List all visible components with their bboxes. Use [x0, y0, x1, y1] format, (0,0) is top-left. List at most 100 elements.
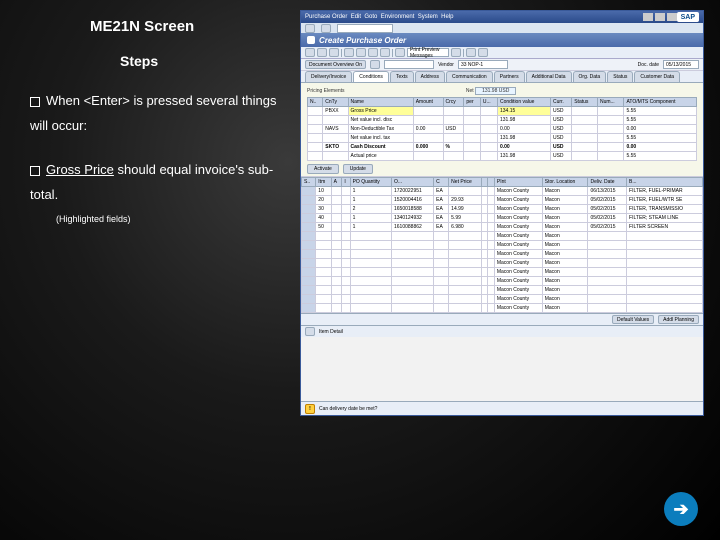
- items-table: S..ItmAIPO QuantityO...CNet PricePIntSto…: [301, 177, 703, 313]
- item-col-header: C: [434, 178, 449, 187]
- toolbar-button[interactable]: [317, 48, 327, 57]
- item-col-header: Deliv. Date: [588, 178, 627, 187]
- toolbar-button[interactable]: [395, 48, 405, 57]
- item-row[interactable]: 4011340124932EA5.99Macon CountyMacon05/0…: [302, 214, 703, 223]
- cond-col-header: Amount: [413, 98, 443, 107]
- header-tabstrip: Delivery/Invoice Conditions Texts Addres…: [301, 71, 703, 83]
- save-icon[interactable]: [321, 24, 331, 33]
- cond-col-header: per: [464, 98, 480, 107]
- menu-item[interactable]: System: [418, 14, 438, 20]
- item-row-empty[interactable]: Macon CountyMacon: [302, 268, 703, 277]
- tab-customer-data[interactable]: Customer Data: [634, 71, 680, 82]
- toolbar-button[interactable]: [370, 60, 380, 69]
- cond-row[interactable]: NAVSNon-Deductible Tax0.00USD0.00USD0.00: [308, 125, 697, 134]
- po-type-field[interactable]: [384, 60, 434, 69]
- doc-overview-button[interactable]: Document Overview On: [305, 60, 366, 69]
- tab-address[interactable]: Address: [415, 71, 445, 82]
- tab-org-data[interactable]: Org. Data: [573, 71, 607, 82]
- item-row-empty[interactable]: Macon CountyMacon: [302, 259, 703, 268]
- item-col-header: I: [342, 178, 350, 187]
- doc-date-field[interactable]: 05/13/2015: [663, 60, 699, 69]
- tab-partners[interactable]: Partners: [494, 71, 525, 82]
- tab-delivery-invoice[interactable]: Delivery/Invoice: [305, 71, 352, 82]
- menu-item[interactable]: Purchase Order: [305, 14, 347, 20]
- toolbar-button[interactable]: [368, 48, 378, 57]
- menu-item[interactable]: Help: [441, 14, 453, 20]
- default-values-button[interactable]: Default Values: [612, 315, 654, 324]
- toolbar-button[interactable]: [466, 48, 476, 57]
- sap-top-toolbar: [301, 23, 703, 33]
- cond-col-header: Curr.: [550, 98, 571, 107]
- item-col-header: Stor. Location: [542, 178, 588, 187]
- back-icon[interactable]: [305, 24, 315, 33]
- cond-col-header: Num...: [597, 98, 623, 107]
- cond-row[interactable]: Net value incl. disc131.98USD5.55: [308, 116, 697, 125]
- pricing-elements-label: Pricing Elements: [307, 88, 345, 94]
- toolbar-button[interactable]: [305, 48, 315, 57]
- item-detail-bar: Default Values Addl Planning: [301, 313, 703, 325]
- items-pane: S..ItmAIPO QuantityO...CNet PricePIntSto…: [301, 177, 703, 337]
- net-label: Net: [466, 88, 474, 94]
- bullet-2: Gross Price should equal invoice's sub-t…: [30, 158, 290, 207]
- item-row[interactable]: 3021650018588EA14.99Macon CountyMacon05/…: [302, 205, 703, 214]
- cond-col-header: N..: [308, 98, 323, 107]
- bullet-1: When <Enter> is pressed several things w…: [30, 89, 290, 138]
- item-row-empty[interactable]: Macon CountyMacon: [302, 286, 703, 295]
- item-row-empty[interactable]: Macon CountyMacon: [302, 304, 703, 313]
- addl-planning-button[interactable]: Addl Planning: [658, 315, 699, 324]
- conditions-table: N..CnTyNameAmountCrcyperU...Condition va…: [307, 97, 697, 161]
- sap-logo-icon: SAP: [677, 12, 699, 22]
- item-row[interactable]: 2011520004416EA29.93Macon CountyMacon05/…: [302, 196, 703, 205]
- bullet-square-icon: [30, 97, 40, 107]
- toolbar-button[interactable]: [344, 48, 354, 57]
- expand-icon[interactable]: [305, 327, 315, 336]
- app-toolbar: Print Preview Messages: [301, 47, 703, 59]
- toolbar-button[interactable]: [380, 48, 390, 57]
- item-row[interactable]: 1011720022951EAMacon CountyMacon06/13/20…: [302, 187, 703, 196]
- maximize-icon[interactable]: [655, 13, 665, 21]
- cond-row[interactable]: SKTOCash Discount0.000%0.00USD0.00: [308, 143, 697, 152]
- next-slide-button[interactable]: ➔: [664, 492, 698, 526]
- toolbar-button[interactable]: [329, 48, 339, 57]
- item-detail-label: Item Detail: [319, 329, 343, 335]
- cond-row[interactable]: PBXXGross Price134.15USD5.55: [308, 107, 697, 116]
- cond-col-header: Crcy: [443, 98, 464, 107]
- highlighted-note: (Highlighted fields): [56, 214, 290, 224]
- conditions-pane: Pricing Elements Net 131.98 USD N..CnTyN…: [301, 83, 703, 177]
- update-button[interactable]: Update: [343, 164, 373, 174]
- item-col-header: Net Price: [449, 178, 482, 187]
- cond-col-header: Status: [572, 98, 598, 107]
- cond-col-header: Name: [348, 98, 413, 107]
- cond-col-header: CnTy: [323, 98, 348, 107]
- toolbar-button[interactable]: [356, 48, 366, 57]
- tab-communication[interactable]: Communication: [446, 71, 493, 82]
- command-field[interactable]: [337, 24, 393, 33]
- menu-item[interactable]: Environment: [381, 14, 415, 20]
- status-bar: ! Can delivery date be met?: [301, 401, 703, 415]
- item-col-header: S..: [302, 178, 316, 187]
- vendor-field[interactable]: 33 NOP-1: [458, 60, 508, 69]
- item-col-header: B...: [627, 178, 703, 187]
- cond-row[interactable]: Net value incl. tax131.98USD5.55: [308, 134, 697, 143]
- item-row-empty[interactable]: Macon CountyMacon: [302, 232, 703, 241]
- item-row-empty[interactable]: Macon CountyMacon: [302, 250, 703, 259]
- window-titlebar: Purchase Order Edit Goto Environment Sys…: [301, 11, 703, 23]
- item-col-header: PO Quantity: [350, 178, 391, 187]
- tab-texts[interactable]: Texts: [390, 71, 414, 82]
- minimize-icon[interactable]: [643, 13, 653, 21]
- cond-col-header: Condition value: [497, 98, 550, 107]
- tab-status[interactable]: Status: [607, 71, 633, 82]
- toolbar-button[interactable]: [451, 48, 461, 57]
- toolbar-button[interactable]: [478, 48, 488, 57]
- item-row-empty[interactable]: Macon CountyMacon: [302, 241, 703, 250]
- item-row[interactable]: 5011610088862EA6.980Macon CountyMacon05/…: [302, 223, 703, 232]
- item-row-empty[interactable]: Macon CountyMacon: [302, 277, 703, 286]
- tab-conditions[interactable]: Conditions: [353, 71, 389, 82]
- menu-item[interactable]: Edit: [351, 14, 361, 20]
- activate-button[interactable]: Activate: [307, 164, 339, 174]
- tab-additional-data[interactable]: Additional Data: [526, 71, 572, 82]
- menu-item[interactable]: Goto: [364, 14, 377, 20]
- close-icon[interactable]: [667, 13, 677, 21]
- cond-row[interactable]: Actual price131.98USD5.55: [308, 152, 697, 161]
- item-row-empty[interactable]: Macon CountyMacon: [302, 295, 703, 304]
